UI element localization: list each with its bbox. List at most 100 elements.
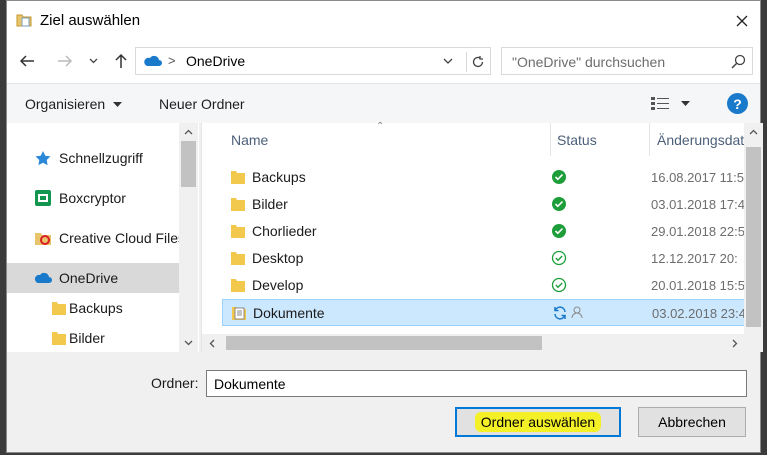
select-folder-dialog: Ziel auswählen > OneDrive "OneDrive" dur…: [6, 0, 763, 453]
navigation-pane: Schnellzugriff Boxcryptor Creative Cloud…: [7, 123, 199, 352]
file-list-vertical-scrollbar[interactable]: [744, 123, 763, 334]
file-name: Desktop: [252, 250, 304, 266]
file-list: ⌃ Name Status Änderungsdatum Backups 16.…: [201, 121, 763, 352]
nav-item-onedrive[interactable]: OneDrive: [7, 263, 179, 293]
refresh-icon: [472, 56, 483, 68]
back-button[interactable]: [15, 49, 39, 73]
address-bar[interactable]: > OneDrive: [135, 47, 491, 75]
scroll-right-button[interactable]: [725, 334, 744, 352]
arrow-right-icon: [58, 55, 73, 67]
forward-button[interactable]: [53, 49, 77, 73]
available-check-icon: [551, 250, 567, 266]
select-folder-label: Ordner auswählen: [474, 412, 602, 432]
recent-locations-button[interactable]: [85, 49, 101, 73]
search-input[interactable]: "OneDrive" durchsuchen: [501, 47, 753, 75]
new-folder-button[interactable]: Neuer Ordner: [159, 96, 245, 112]
search-icon[interactable]: [731, 54, 746, 69]
chevron-down-icon: [184, 340, 193, 346]
file-date: 16.08.2017 11:5: [651, 170, 745, 185]
folder-icon: [52, 332, 66, 345]
folder-icon: [231, 225, 245, 238]
folder-icon: [231, 198, 245, 211]
nav-item-creative-cloud[interactable]: Creative Cloud Files: [7, 223, 179, 253]
select-folder-button[interactable]: Ordner auswählen: [455, 407, 621, 437]
file-name: Bilder: [252, 196, 288, 212]
folder-icon: [231, 171, 245, 184]
file-row-bilder[interactable]: Bilder 03.01.2018 17:4: [222, 191, 747, 218]
person-icon: [571, 306, 583, 319]
boxcryptor-icon: [35, 190, 51, 206]
syncing-icon: [554, 306, 566, 320]
file-list-horizontal-scrollbar[interactable]: [202, 334, 744, 352]
synced-check-icon: [552, 224, 566, 238]
nav-item-boxcryptor[interactable]: Boxcryptor: [7, 183, 179, 213]
column-divider[interactable]: [550, 123, 551, 156]
nav-label: Boxcryptor: [59, 190, 126, 206]
chevron-down-icon: [89, 58, 97, 64]
nav-label: Schnellzugriff: [59, 150, 143, 166]
chevron-down-icon[interactable]: [442, 53, 454, 69]
cancel-button[interactable]: Abbrechen: [638, 407, 746, 437]
file-date: 29.01.2018 22:5: [651, 224, 745, 239]
file-date: 03.01.2018 17:4: [651, 197, 745, 212]
organize-menu[interactable]: Organisieren: [25, 96, 123, 112]
chevron-up-icon: [749, 129, 758, 135]
file-row-dokumente[interactable]: Dokumente 03.02.2018 23:4: [222, 299, 747, 326]
file-date: 20.01.2018 15:5: [651, 278, 745, 293]
file-date: 12.12.2017 20:: [651, 251, 738, 266]
chevron-right-icon: [732, 339, 737, 347]
scroll-up-button[interactable]: [179, 123, 198, 141]
onedrive-icon: [34, 272, 52, 283]
file-row-chorlieder[interactable]: Chorlieder 29.01.2018 22:5: [222, 218, 747, 245]
file-name: Dokumente: [253, 305, 325, 321]
folder-label: Ordner:: [151, 375, 199, 391]
scroll-left-button[interactable]: [202, 334, 221, 352]
scroll-down-button[interactable]: [179, 334, 198, 352]
folder-icon: [231, 279, 245, 292]
file-row-backups[interactable]: Backups 16.08.2017 11:5: [222, 164, 747, 191]
breadcrumb-onedrive[interactable]: OneDrive: [186, 53, 245, 69]
available-check-icon: [551, 277, 567, 293]
scroll-thumb[interactable]: [746, 147, 761, 327]
address-row: > OneDrive "OneDrive" durchsuchen: [7, 41, 760, 83]
sort-ascending-icon: ⌃: [376, 121, 385, 132]
chevron-up-icon: [184, 129, 193, 135]
organize-label: Organisieren: [25, 96, 106, 112]
caret-down-icon[interactable]: [681, 96, 690, 110]
nav-label: OneDrive: [59, 270, 119, 286]
view-options-icon[interactable]: [651, 96, 669, 110]
window-title: Ziel auswählen: [40, 12, 141, 29]
help-icon[interactable]: ?: [727, 93, 748, 114]
caret-down-icon: [113, 102, 123, 108]
scroll-thumb[interactable]: [181, 141, 196, 187]
column-header-name[interactable]: Name: [231, 132, 268, 148]
close-button[interactable]: [730, 9, 754, 33]
nav-item-schnellzugriff[interactable]: Schnellzugriff: [7, 143, 179, 173]
file-row-desktop[interactable]: Desktop 12.12.2017 20:: [222, 245, 747, 272]
up-button[interactable]: [109, 49, 133, 73]
scrollbar-corner: [744, 334, 763, 352]
onedrive-icon: [144, 55, 162, 66]
folder-icon: [16, 14, 32, 27]
column-header-date[interactable]: Änderungsdatum: [657, 132, 744, 148]
nav-item-backups[interactable]: Backups: [7, 293, 179, 323]
nav-item-bilder[interactable]: Bilder: [7, 323, 179, 353]
column-header-status[interactable]: Status: [557, 132, 597, 148]
creative-cloud-icon: [35, 233, 51, 245]
folder-name-input[interactable]: [206, 370, 747, 397]
column-divider[interactable]: [649, 123, 650, 156]
refresh-button[interactable]: [466, 52, 488, 72]
search-placeholder: "OneDrive" durchsuchen: [512, 54, 666, 70]
scroll-up-button[interactable]: [744, 123, 763, 141]
arrow-left-icon: [19, 55, 34, 67]
documents-folder-icon: [232, 307, 246, 320]
chevron-left-icon: [209, 339, 214, 347]
nav-scrollbar[interactable]: [179, 123, 198, 352]
synced-check-icon: [552, 170, 566, 184]
star-icon: [35, 151, 51, 166]
arrow-up-icon: [115, 53, 127, 68]
title-bar: Ziel auswählen: [7, 1, 760, 41]
scroll-thumb[interactable]: [226, 336, 542, 350]
command-bar: Organisieren Neuer Ordner ?: [7, 83, 760, 123]
file-row-develop[interactable]: Develop 20.01.2018 15:5: [222, 272, 747, 299]
